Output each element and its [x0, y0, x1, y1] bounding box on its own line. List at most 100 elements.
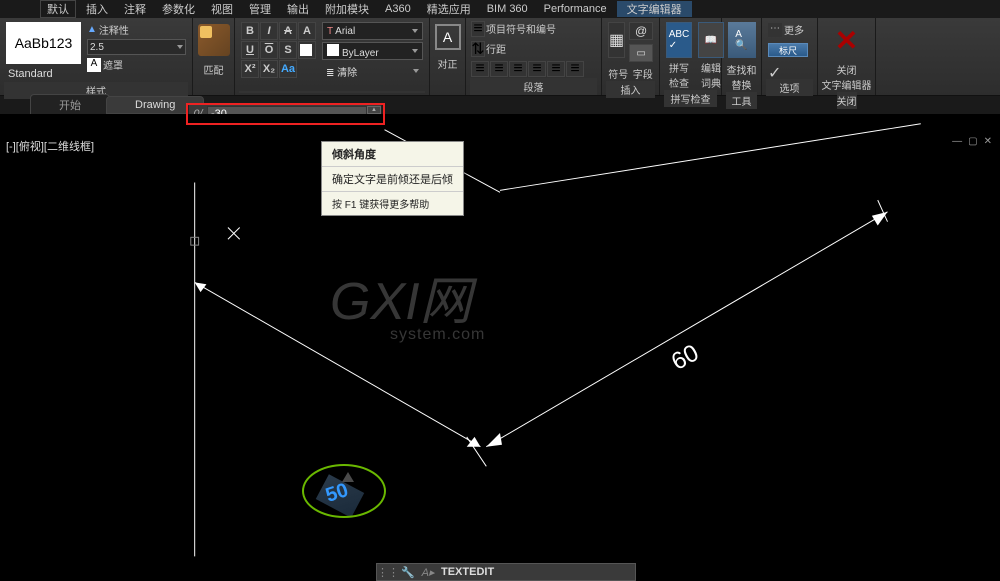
more-label[interactable]: 更多: [784, 22, 804, 37]
menu-bim360[interactable]: BIM 360: [481, 3, 534, 15]
menu-manage[interactable]: 管理: [243, 1, 277, 17]
panel-paragraph-title: 段落: [470, 78, 597, 95]
viewport[interactable]: [-][俯视][二维线框] — ▢ ✕ GXI网 system.com: [0, 114, 1000, 571]
superscript-button[interactable]: X²: [241, 60, 259, 78]
panel-tools: A🔍 查找和 替换 工具: [722, 18, 762, 95]
symbol-label: 符号: [608, 66, 628, 81]
align-last-icon[interactable]: ≡: [566, 61, 584, 77]
color-name: ByLayer: [342, 48, 379, 59]
cmd-prompt-icon: A▸: [421, 565, 435, 579]
tooltip-title: 倾斜角度: [322, 142, 463, 167]
subscript-button[interactable]: X₂: [260, 60, 278, 78]
menu-texteditor[interactable]: 文字编辑器: [617, 1, 692, 17]
menu-insert[interactable]: 插入: [80, 1, 114, 17]
options-icon[interactable]: ✓: [768, 63, 782, 77]
cmd-wrench-icon[interactable]: 🔧: [401, 565, 415, 579]
panel-paragraph: ≡ 项目符号和编号 ⇅ 行距 ≡ ≡ ≡ ≡ ≡ ≡ 段落: [466, 18, 602, 95]
menu-featured[interactable]: 精选应用: [421, 1, 477, 17]
underline-button[interactable]: U: [241, 41, 259, 59]
panel-format-title: [239, 91, 425, 93]
font-dropdown[interactable]: T Arial: [322, 22, 423, 40]
linespacing-label[interactable]: 行距: [486, 41, 506, 57]
symbol-button[interactable]: @: [629, 22, 653, 40]
font-name: Arial: [335, 26, 355, 37]
panel-close: ✕ 关闭 文字编辑器 关闭: [818, 18, 876, 95]
ruler-button[interactable]: 标尺: [768, 43, 808, 57]
panel-align: A 对正: [430, 18, 466, 95]
menu-performance[interactable]: Performance: [538, 3, 613, 15]
panel-insert-title: 插入: [606, 81, 655, 98]
mask-label[interactable]: 遮罩: [103, 57, 123, 72]
find-label: 查找和 替换: [727, 62, 757, 92]
align-left-icon[interactable]: ≡: [471, 61, 489, 77]
align-label: 对正: [438, 56, 458, 71]
bold-button[interactable]: B: [241, 22, 259, 40]
spellcheck-label: 拼写 检查: [669, 60, 689, 90]
color-swatch-button[interactable]: [298, 41, 316, 59]
clear-dropdown[interactable]: ≣ 清除: [322, 62, 423, 80]
panel-style: AaBb123 Standard ▲ 注释性 2.5 A 遮罩 样式: [0, 18, 193, 95]
field-label: 字段: [633, 66, 653, 81]
justify-icon[interactable]: A: [435, 24, 461, 50]
panel-spellcheck: ABC✓ 拼写 检查 📖 编辑 词典 拼写检查: [660, 18, 722, 95]
spellcheck-button[interactable]: ABC✓: [666, 22, 692, 58]
menubar: 默认 插入 注释 参数化 视图 管理 输出 附加模块 A360 精选应用 BIM…: [0, 0, 1000, 18]
text-height-dropdown[interactable]: 2.5: [87, 39, 186, 55]
panel-options-title: 选项: [766, 79, 813, 96]
column-button[interactable]: ▦: [608, 22, 625, 58]
menu-addins[interactable]: 附加模块: [319, 1, 375, 17]
panel-format: B I A A U O S X² X₂ Aa: [235, 18, 430, 95]
align-dist-icon[interactable]: ≡: [547, 61, 565, 77]
menu-parametric[interactable]: 参数化: [156, 1, 201, 17]
find-replace-icon[interactable]: A🔍: [728, 22, 756, 58]
font-button[interactable]: A: [298, 22, 316, 40]
dictionary-label: 编辑 词典: [701, 60, 721, 90]
align-right-icon[interactable]: ≡: [509, 61, 527, 77]
tooltip-desc: 确定文字是前倾还是后倾: [322, 167, 463, 191]
field-button[interactable]: ▭: [629, 44, 653, 62]
dictionary-button[interactable]: 📖: [698, 22, 724, 58]
ribbon: AaBb123 Standard ▲ 注释性 2.5 A 遮罩 样式: [0, 18, 1000, 96]
panel-spellcheck-title: 拼写检查: [664, 90, 717, 107]
close-editor-button[interactable]: ✕: [831, 24, 863, 56]
command-text: TEXTEDIT: [441, 566, 494, 578]
linespacing-icon[interactable]: ⇅: [471, 41, 485, 57]
tooltip-help: 按 F1 键获得更多帮助: [322, 191, 463, 215]
panel-options: ⋯ 更多 标尺 ✓ 选项: [762, 18, 818, 95]
style-preview[interactable]: AaBb123: [6, 22, 81, 64]
menu-default[interactable]: 默认: [40, 0, 76, 18]
match-format-icon[interactable]: [198, 24, 230, 56]
menu-a360[interactable]: A360: [379, 3, 417, 15]
panel-insert: ▦ @ ▭ 符号 字段 插入: [602, 18, 660, 95]
annotative-label: 注释性: [99, 22, 129, 37]
tooltip: 倾斜角度 确定文字是前倾还是后倾 按 F1 键获得更多帮助: [321, 141, 464, 216]
mask-icon: A: [87, 58, 101, 72]
clear-label: 清除: [337, 68, 357, 79]
style-name[interactable]: Standard: [4, 66, 83, 82]
strikethrough-button[interactable]: A: [279, 22, 297, 40]
overline-button[interactable]: O: [260, 41, 278, 59]
menu-output[interactable]: 输出: [281, 1, 315, 17]
stack-button[interactable]: S: [279, 41, 297, 59]
align-center-icon[interactable]: ≡: [490, 61, 508, 77]
italic-button[interactable]: I: [260, 22, 278, 40]
annotative-icon: ▲: [87, 24, 97, 35]
menu-annotate[interactable]: 注释: [118, 1, 152, 17]
bullets-label[interactable]: 项目符号和编号: [486, 21, 556, 37]
align-justify-icon[interactable]: ≡: [528, 61, 546, 77]
more-icon[interactable]: ⋯: [768, 23, 782, 37]
bullets-icon[interactable]: ≡: [471, 21, 485, 37]
color-dropdown[interactable]: ByLayer: [322, 42, 423, 60]
oblique-up[interactable]: ▲: [367, 106, 381, 114]
panel-close-title: 关闭: [837, 92, 857, 109]
menu-view[interactable]: 视图: [205, 1, 239, 17]
panel-tools-title: 工具: [726, 92, 757, 109]
tab-start[interactable]: 开始: [30, 94, 110, 116]
panel-match: 匹配: [193, 18, 235, 95]
match-label: 匹配: [204, 62, 224, 77]
close-label: 关闭 文字编辑器: [822, 62, 872, 92]
command-line[interactable]: ⋮⋮ 🔧 A▸ TEXTEDIT: [376, 563, 636, 581]
cmd-grip-icon[interactable]: ⋮⋮: [381, 565, 395, 579]
changecase-button[interactable]: Aa: [279, 60, 297, 78]
drawing-canvas: [0, 114, 1000, 571]
